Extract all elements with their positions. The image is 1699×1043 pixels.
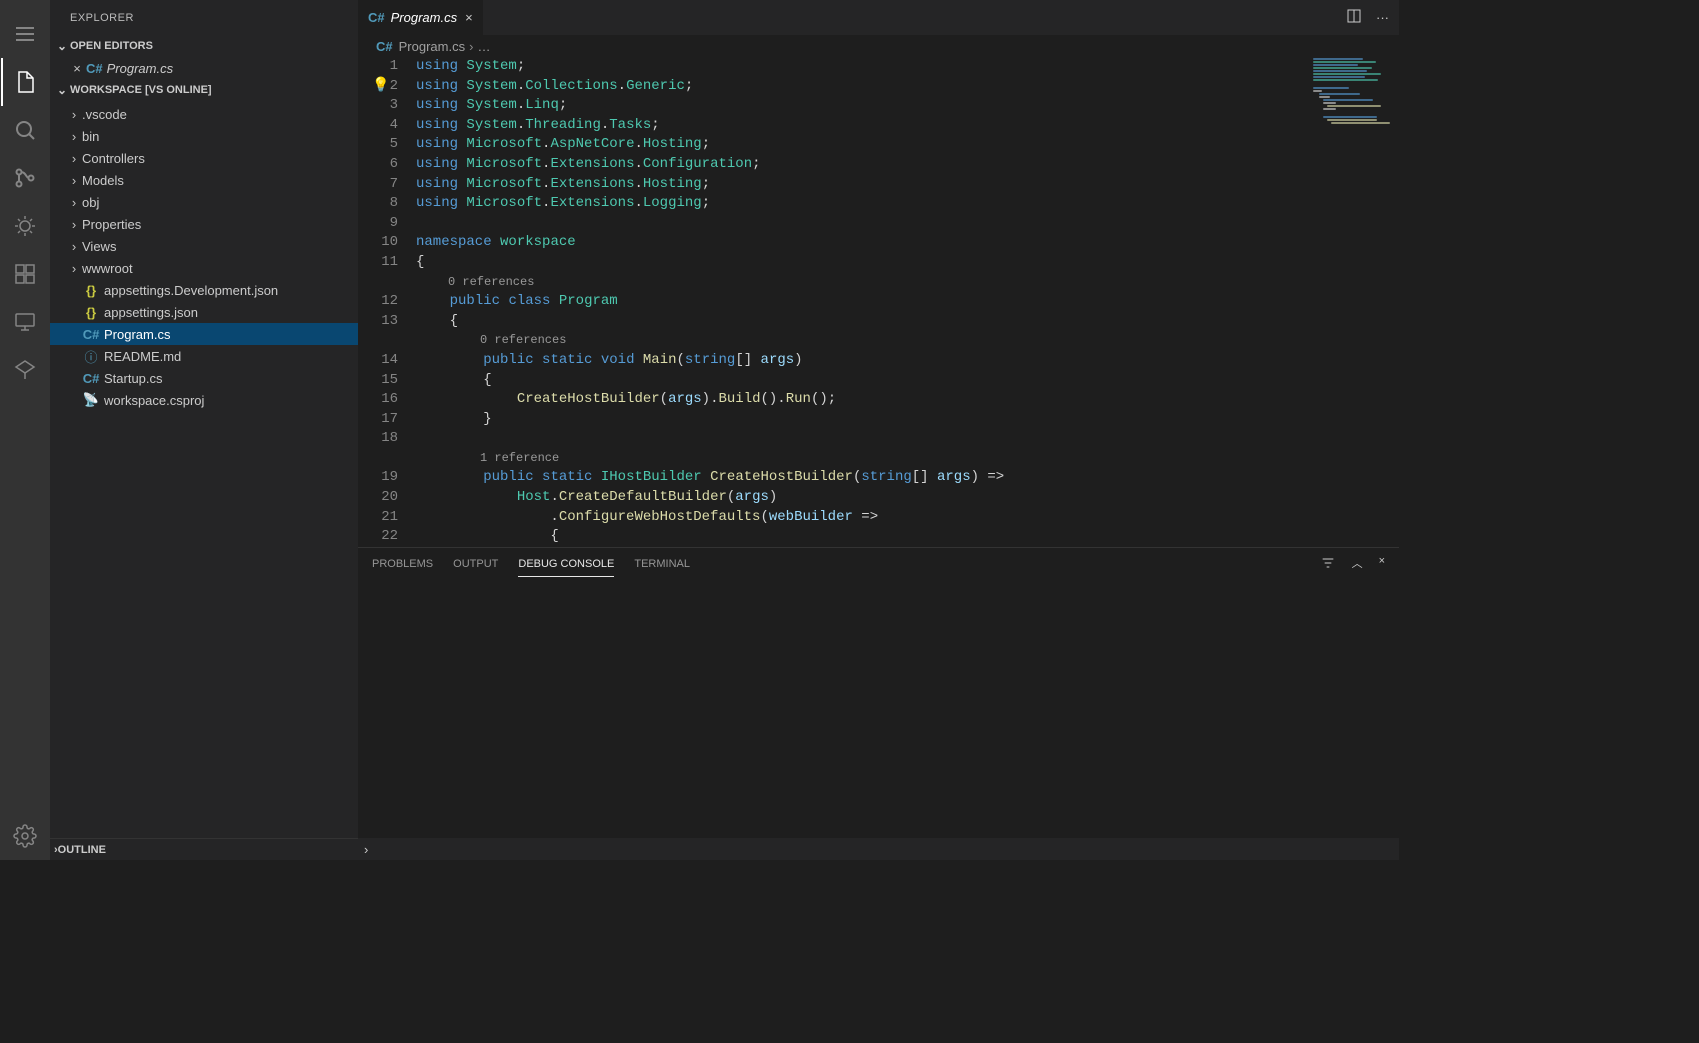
bottom-panel: PROBLEMS OUTPUT DEBUG CONSOLE TERMINAL ︿… (358, 547, 1399, 838)
panel-tab-terminal[interactable]: TERMINAL (634, 552, 690, 576)
settings-gear-icon[interactable] (1, 812, 49, 860)
chevron-up-icon[interactable]: ︿ (1352, 555, 1363, 574)
xml-file-icon: 📡 (82, 392, 100, 408)
split-editor-icon[interactable] (1346, 8, 1362, 27)
file-tree: ›.vscode›bin›Controllers›Models›obj›Prop… (50, 101, 358, 413)
panel-tab-debug-console[interactable]: DEBUG CONSOLE (518, 552, 614, 577)
extensions-icon[interactable] (1, 250, 49, 298)
outline-header[interactable]: ›OUTLINE (50, 838, 358, 860)
explorer-sidebar: EXPLORER ⌄OPEN EDITORS × C# Program.cs ⌄… (50, 0, 358, 860)
folder-bin[interactable]: ›bin (50, 125, 358, 147)
file-appsettings.json[interactable]: {}appsettings.json (50, 301, 358, 323)
code-editor[interactable]: 💡 1234567891011121314151617181920212223 … (358, 57, 1399, 547)
remote-icon[interactable] (1, 298, 49, 346)
folder-.vscode[interactable]: ›.vscode (50, 103, 358, 125)
chevron-right-icon: › (364, 842, 368, 857)
csharp-file-icon: C# (82, 327, 100, 342)
panel-tab-output[interactable]: OUTPUT (453, 552, 498, 576)
codelens[interactable]: 0 references (416, 331, 1399, 351)
more-actions-icon[interactable]: ··· (1376, 10, 1389, 25)
file-README.md[interactable]: ⓘREADME.md (50, 345, 358, 367)
chevron-right-icon: › (66, 261, 82, 276)
csharp-file-icon: C# (376, 39, 393, 54)
open-editor-item[interactable]: × C# Program.cs (50, 57, 358, 79)
chevron-right-icon: › (66, 107, 82, 122)
file-workspace.csproj[interactable]: 📡workspace.csproj (50, 389, 358, 411)
debug-icon[interactable] (1, 202, 49, 250)
minimap[interactable] (1309, 57, 1399, 177)
close-panel-icon[interactable]: × (1379, 555, 1385, 574)
activity-bar (0, 0, 50, 860)
chevron-right-icon: › (66, 151, 82, 166)
sidebar-title: EXPLORER (50, 0, 358, 35)
close-icon[interactable]: × (465, 10, 473, 25)
panel-tab-bar: PROBLEMS OUTPUT DEBUG CONSOLE TERMINAL ︿… (358, 548, 1399, 580)
csharp-file-icon: C# (82, 371, 100, 386)
filter-icon[interactable] (1320, 555, 1336, 574)
csharp-file-icon: C# (86, 61, 103, 76)
explorer-icon[interactable] (1, 58, 49, 106)
chevron-right-icon: › (66, 129, 82, 144)
codelens[interactable]: 0 references (416, 273, 1399, 293)
json-file-icon: {} (82, 305, 100, 320)
chevron-right-icon: › (66, 217, 82, 232)
tab-program-cs[interactable]: C# Program.cs × (358, 0, 484, 35)
chevron-right-icon: › (66, 239, 82, 254)
json-file-icon: {} (82, 283, 100, 298)
panel-body[interactable] (358, 580, 1399, 838)
folder-Models[interactable]: ›Models (50, 169, 358, 191)
chevron-right-icon: › (469, 39, 473, 54)
folder-Properties[interactable]: ›Properties (50, 213, 358, 235)
file-Program.cs[interactable]: C#Program.cs (50, 323, 358, 345)
chevron-right-icon: › (66, 173, 82, 188)
csharp-file-icon: C# (368, 10, 385, 25)
chevron-down-icon: ⌄ (54, 83, 70, 97)
source-control-icon[interactable] (1, 154, 49, 202)
folder-obj[interactable]: ›obj (50, 191, 358, 213)
codelens[interactable]: 1 reference (416, 449, 1399, 469)
breadcrumb-strip[interactable]: › (358, 838, 1399, 860)
editor-group: C# Program.cs × ··· C# Program.cs › … 💡 … (358, 0, 1399, 860)
chevron-down-icon: ⌄ (54, 39, 70, 53)
file-appsettings.Development.json[interactable]: {}appsettings.Development.json (50, 279, 358, 301)
folder-Controllers[interactable]: ›Controllers (50, 147, 358, 169)
tab-bar: C# Program.cs × ··· (358, 0, 1399, 35)
close-icon[interactable]: × (68, 61, 86, 76)
tab-label: Program.cs (391, 10, 457, 25)
file-Startup.cs[interactable]: C#Startup.cs (50, 367, 358, 389)
live-share-icon[interactable] (1, 346, 49, 394)
line-number-gutter: 1234567891011121314151617181920212223 (358, 57, 416, 547)
workspace-header[interactable]: ⌄WORKSPACE [VS ONLINE] (50, 79, 358, 101)
chevron-right-icon: › (66, 195, 82, 210)
menu-icon[interactable] (1, 10, 49, 58)
folder-Views[interactable]: ›Views (50, 235, 358, 257)
info-file-icon: ⓘ (82, 347, 100, 366)
lightbulb-icon[interactable]: 💡 (372, 77, 389, 97)
folder-wwwroot[interactable]: ›wwwroot (50, 257, 358, 279)
open-editors-header[interactable]: ⌄OPEN EDITORS (50, 35, 358, 57)
panel-tab-problems[interactable]: PROBLEMS (372, 552, 433, 576)
code-content[interactable]: using System;using System.Collections.Ge… (416, 57, 1399, 547)
search-icon[interactable] (1, 106, 49, 154)
open-editor-label: Program.cs (107, 61, 173, 76)
breadcrumb[interactable]: C# Program.cs › … (358, 35, 1399, 57)
